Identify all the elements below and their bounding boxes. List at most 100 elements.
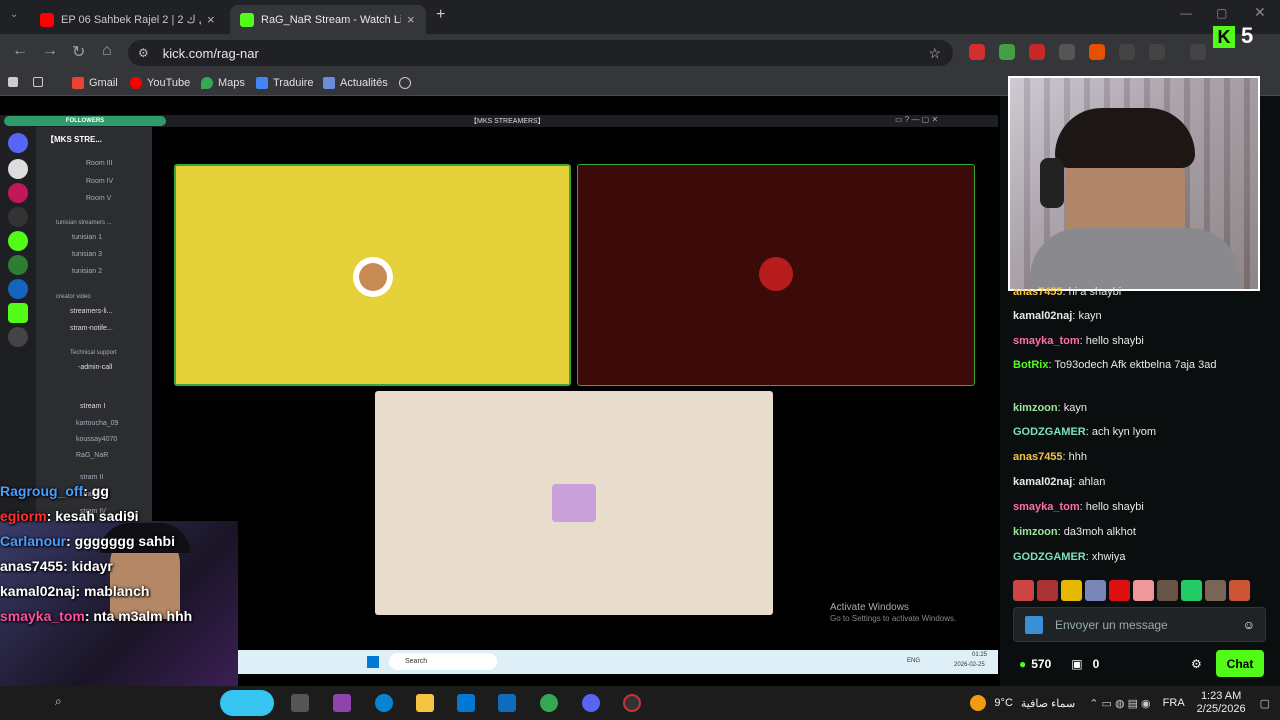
- translate-icon: [256, 77, 268, 89]
- apps-grid-icon[interactable]: [33, 77, 48, 87]
- chat-username[interactable]: kamal02naj: [1013, 310, 1072, 322]
- extension-icon[interactable]: [969, 44, 985, 60]
- forward-icon[interactable]: →: [42, 42, 58, 60]
- chat-username[interactable]: BotRix: [1013, 359, 1048, 371]
- discord-window-title: 【MKS STREAMERS】: [470, 118, 545, 125]
- hair: [1055, 108, 1195, 168]
- close-tab-icon[interactable]: ×: [207, 12, 215, 27]
- emote-icon[interactable]: [1205, 580, 1226, 601]
- globe-icon[interactable]: [399, 77, 416, 89]
- emote-icon[interactable]: [1229, 580, 1250, 601]
- overlay-username: egiorm: [0, 507, 47, 524]
- site-info-icon[interactable]: ⚙: [138, 46, 149, 60]
- chat-username[interactable]: smayka_tom: [1013, 335, 1080, 347]
- chat-message: smayka_tom: hello shaybi: [1013, 333, 1271, 350]
- chrome-icon[interactable]: [540, 694, 558, 712]
- points-icon: ●: [1019, 657, 1027, 671]
- bookmark-maps[interactable]: Maps: [201, 77, 245, 89]
- streamer-webcam: [1008, 76, 1260, 291]
- taskbar-widget-icon[interactable]: [220, 690, 274, 716]
- chat-username[interactable]: GODZGAMER: [1013, 426, 1086, 438]
- chat-text: : hi a shaybi: [1062, 286, 1122, 298]
- file-explorer-icon[interactable]: [416, 694, 434, 712]
- overlay-chat-line: anas7455 : kidayr: [0, 553, 238, 578]
- channel-item: tunisian 2: [72, 268, 102, 275]
- emote-icon[interactable]: [1013, 580, 1034, 601]
- overlay-username: kamal02naj: [0, 582, 76, 599]
- extension-icon[interactable]: [1029, 44, 1045, 60]
- extension-icon[interactable]: [999, 44, 1015, 60]
- back-icon[interactable]: ←: [12, 42, 28, 60]
- overlay-chat-line: smayka_tom : nta m3alm hhh: [0, 603, 238, 628]
- emoji-picker-icon[interactable]: ☺: [1243, 618, 1255, 632]
- tab-search-icon[interactable]: ⌄: [10, 9, 18, 20]
- chat-username[interactable]: kimzoon: [1013, 402, 1058, 414]
- chat-settings-icon[interactable]: ⚙: [1191, 657, 1202, 671]
- edge-icon[interactable]: [375, 694, 393, 712]
- minimize-icon[interactable]: —: [1180, 6, 1192, 20]
- emote-icon[interactable]: [1037, 580, 1058, 601]
- new-tab-icon[interactable]: +: [436, 6, 445, 24]
- tab-groups-icon[interactable]: [8, 77, 23, 87]
- clock[interactable]: 1:23 AM 2/25/2026: [1197, 690, 1246, 716]
- emote-icon[interactable]: [1133, 580, 1154, 601]
- tab-youtube[interactable]: EP 06 Sahbek Rajel 2 | 2 راجل ك ×: [30, 5, 226, 34]
- bookmark-actualites[interactable]: Actualités: [323, 77, 388, 89]
- send-chat-button[interactable]: Chat: [1216, 650, 1264, 677]
- reload-icon[interactable]: ↻: [72, 42, 85, 62]
- chat-username[interactable]: kamal02naj: [1013, 476, 1072, 488]
- followers-goal-bar: FOLLOWERS: [4, 116, 166, 126]
- chat-username[interactable]: anas7455: [1013, 451, 1063, 463]
- chat-username[interactable]: kimzoon: [1013, 526, 1058, 538]
- extension-icon[interactable]: [1089, 44, 1105, 60]
- task-view-icon[interactable]: [291, 694, 309, 712]
- emote-icon[interactable]: [1061, 580, 1082, 601]
- address-bar[interactable]: ⚙ kick.com/rag-nar ☆: [128, 40, 953, 66]
- chat-text: : hhh: [1062, 451, 1088, 463]
- channel-item: koussay4070: [76, 436, 118, 443]
- maximize-icon[interactable]: ▢: [1216, 6, 1227, 20]
- chat-username[interactable]: smayka_tom: [1013, 501, 1080, 513]
- bookmark-traduire[interactable]: Traduire: [256, 77, 314, 89]
- extensions-puzzle-icon[interactable]: [1149, 44, 1165, 60]
- taskbar-search-icon[interactable]: ⌕: [55, 694, 62, 712]
- extension-icon[interactable]: [1059, 44, 1075, 60]
- bookmark-star-icon[interactable]: ☆: [928, 45, 941, 62]
- emote-bar: [1013, 580, 1268, 602]
- channel-item: stream I: [80, 403, 106, 410]
- chat-username[interactable]: GODZGAMER: [1013, 551, 1086, 563]
- bookmark-label: Maps: [218, 77, 245, 89]
- mail-icon[interactable]: [498, 694, 516, 712]
- tab-kick[interactable]: RaG_NaR Stream - Watch Live o ×: [230, 5, 426, 34]
- inner-date: 2026-02-25: [954, 662, 985, 668]
- overlay-username: Carlanour: [0, 532, 67, 549]
- url-text: kick.com/rag-nar: [162, 45, 259, 61]
- bookmark-youtube[interactable]: YouTube: [130, 77, 190, 89]
- copilot-icon[interactable]: [333, 694, 351, 712]
- store-icon[interactable]: [457, 694, 475, 712]
- points-count[interactable]: 570: [1031, 657, 1051, 671]
- close-window-icon[interactable]: ✕: [1254, 4, 1266, 21]
- channel-item: -admin-call: [78, 364, 113, 371]
- tray-icons[interactable]: ⌃ ▭ ◍ ▤ ◉: [1089, 697, 1150, 710]
- discord-icon[interactable]: [582, 694, 600, 712]
- emote-icon[interactable]: [1181, 580, 1202, 601]
- chat-input[interactable]: Envoyer un message ☺: [1013, 607, 1266, 642]
- home-icon[interactable]: ⌂: [102, 42, 112, 60]
- notification-icon[interactable]: ▢: [1260, 697, 1270, 710]
- server-icon: [8, 327, 28, 347]
- channel-category: Technical support: [70, 350, 117, 356]
- gift-icon[interactable]: ▣: [1071, 657, 1082, 671]
- emote-icon[interactable]: [1157, 580, 1178, 601]
- chat-username[interactable]: anas7455: [1013, 286, 1063, 298]
- extension-icon[interactable]: [1119, 44, 1135, 60]
- overlay-username: anas7455: [0, 557, 64, 574]
- weather-temp[interactable]: 9°C: [994, 697, 1012, 709]
- close-tab-icon[interactable]: ×: [407, 12, 415, 27]
- obs-icon[interactable]: [623, 694, 641, 712]
- input-language[interactable]: FRA: [1163, 697, 1185, 709]
- bookmark-gmail[interactable]: Gmail: [72, 77, 118, 89]
- reading-list-icon[interactable]: [1190, 44, 1206, 60]
- emote-icon[interactable]: [1085, 580, 1106, 601]
- emote-icon[interactable]: [1109, 580, 1130, 601]
